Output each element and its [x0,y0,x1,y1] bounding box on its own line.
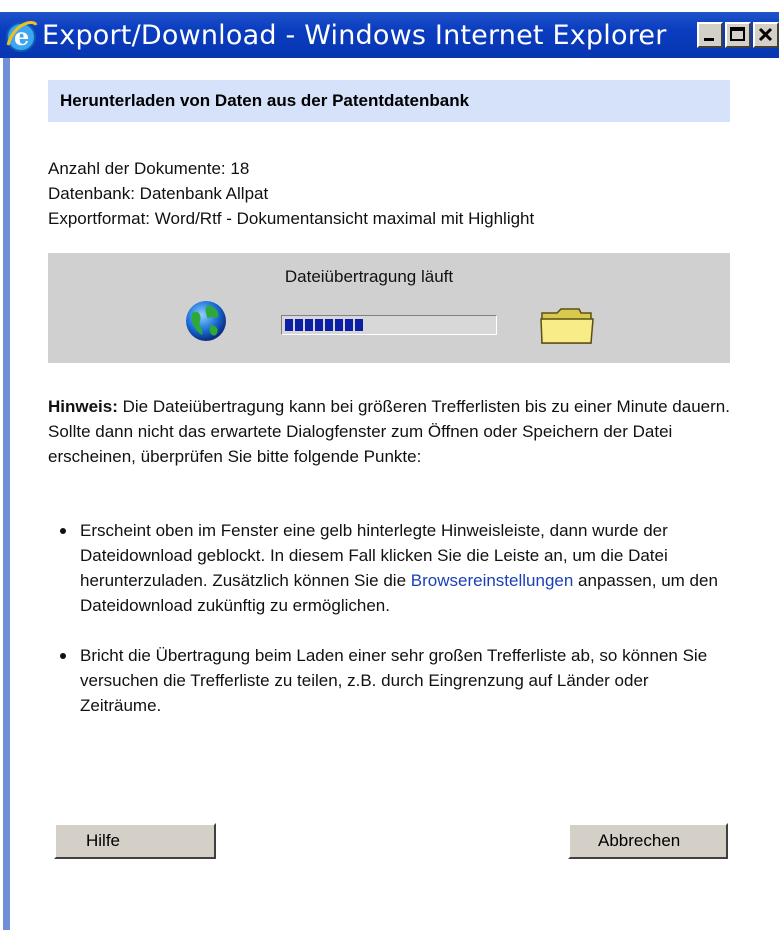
list-item: Bricht die Übertragung beim Laden einer … [60,643,720,718]
progress-segment [325,319,333,331]
dialog-header: Herunterladen von Daten aus der Patentda… [48,80,730,122]
globe-icon [184,299,228,343]
progress-segment [335,319,343,331]
folder-icon [539,305,595,345]
maximize-icon[interactable] [725,22,751,48]
dialog-content: Herunterladen von Daten aus der Patentda… [12,58,779,930]
transfer-progress-panel: Dateiübertragung läuft [48,253,730,363]
progress-segment [285,319,293,331]
cancel-button[interactable]: Abbrechen [568,823,728,859]
database-name: Datenbank: Datenbank Allpat [48,184,269,203]
internet-explorer-icon: e [4,15,40,55]
browser-settings-link[interactable]: Browsereinstellungen [411,571,574,590]
help-button[interactable]: Hilfe [54,823,216,859]
export-info: Anzahl der Dokumente: 18 Datenbank: Date… [48,156,534,231]
list-item-text: Bricht die Übertragung beim Laden einer … [80,646,708,715]
progress-segment [315,319,323,331]
hint-label: Hinweis: [48,397,118,416]
window-title: Export/Download - Windows Internet Explo… [42,19,667,51]
document-count: Anzahl der Dokumente: 18 [48,159,250,178]
list-item: Erscheint oben im Fenster eine gelb hint… [60,518,720,618]
progress-bar-fill [285,319,363,331]
window-border [0,58,12,930]
progress-segment [305,319,313,331]
progress-segment [355,319,363,331]
progress-bar [281,315,497,335]
minimize-icon[interactable] [697,22,723,48]
window-controls [697,22,779,48]
hint-text: Hinweis: Die Dateiübertragung kann bei g… [48,394,738,469]
progress-label: Dateiübertragung läuft [284,267,454,286]
export-format: Exportformat: Word/Rtf - Dokumentansicht… [48,209,535,228]
hint-body: Die Dateiübertragung kann bei größeren T… [48,397,730,466]
window-titlebar[interactable]: e Export/Download - Windows Internet Exp… [0,12,779,58]
progress-segment [345,319,353,331]
hint-list: Erscheint oben im Fenster eine gelb hint… [60,518,720,743]
progress-segment [295,319,303,331]
close-icon[interactable] [753,22,779,48]
page-title: Herunterladen von Daten aus der Patentda… [60,91,470,110]
